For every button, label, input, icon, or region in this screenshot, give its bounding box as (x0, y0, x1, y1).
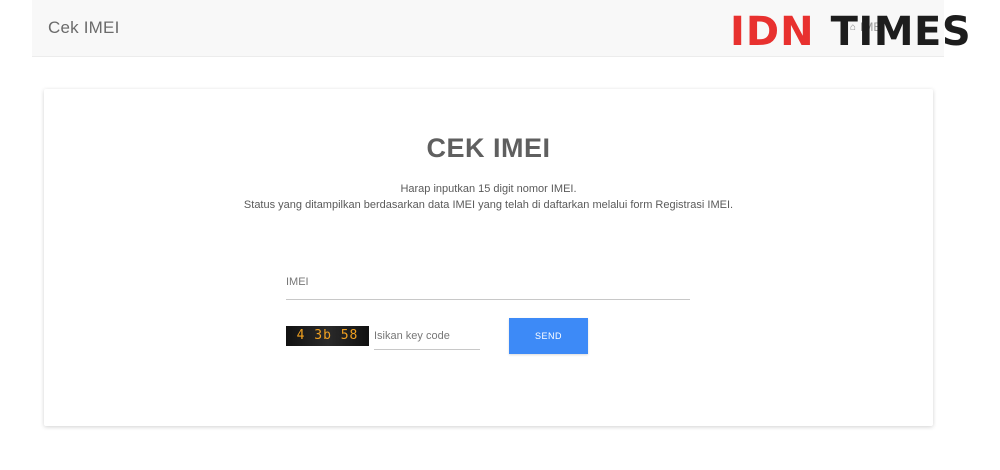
idn-times-logo: IDN TIMES (730, 10, 971, 54)
cek-imei-card: CEK IMEI Harap inputkan 15 digit nomor I… (44, 89, 933, 426)
top-bar: Cek IMEI ⌂ IMEI IDN TIMES (0, 0, 1000, 58)
description-line-1: Harap inputkan 15 digit nomor IMEI. (400, 183, 577, 195)
imei-input[interactable] (286, 273, 690, 291)
send-button[interactable]: SEND (509, 318, 588, 354)
key-code-input[interactable] (374, 327, 480, 345)
page-title: Cek IMEI (48, 18, 120, 37)
logo-idn-text: IDN (730, 9, 815, 55)
captcha-image: 4 3b 58 (286, 326, 369, 346)
imei-field (286, 265, 690, 300)
card-title: CEK IMEI (426, 133, 551, 163)
logo-times-text: TIMES (830, 9, 972, 55)
description-line-2: Status yang ditampilkan berdasarkan data… (243, 199, 734, 211)
key-code-field (374, 323, 480, 350)
card-description: Harap inputkan 15 digit nomor IMEI. Stat… (44, 181, 933, 213)
